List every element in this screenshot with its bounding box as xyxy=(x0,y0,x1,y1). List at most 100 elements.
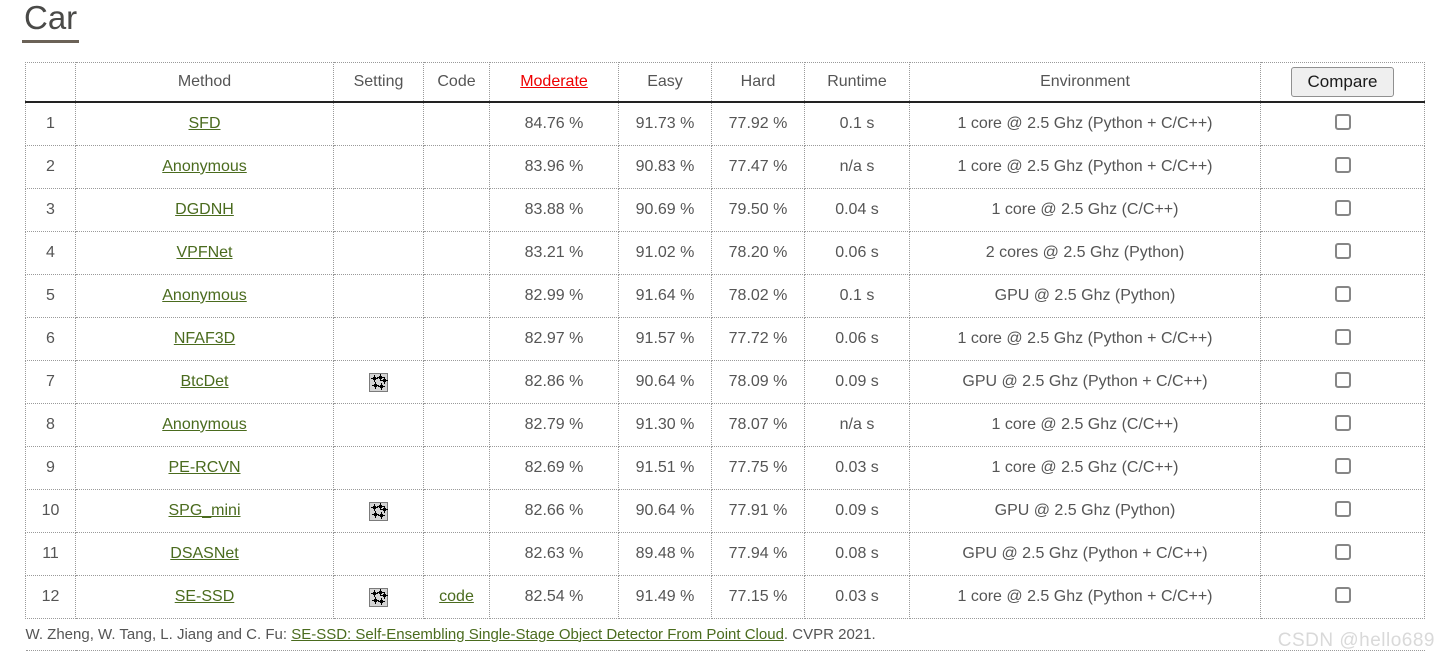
benchmark-table: Method Setting Code Moderate Easy Hard R… xyxy=(25,62,1425,651)
rank-label: 10 xyxy=(41,502,60,519)
easy-cell: 90.64 % xyxy=(618,489,712,533)
method-cell: VPFNet xyxy=(75,231,334,275)
rank-cell: 8 xyxy=(25,403,76,447)
code-cell xyxy=(423,317,490,361)
page-title: Car xyxy=(22,0,80,43)
header-hard[interactable]: Hard xyxy=(711,62,805,103)
code-cell xyxy=(423,145,490,189)
compare-checkbox[interactable] xyxy=(1334,328,1351,345)
moderate-cell: 83.21 % xyxy=(489,231,619,275)
table-row: 3 DGDNH 83.88 % 90.69 % 79.50 % 0.04 s1 core … xyxy=(25,188,1425,232)
header-rank xyxy=(25,62,76,103)
header-moderate-link[interactable]: Moderate xyxy=(520,73,588,90)
table-row: 9 PE-RCVN 82.69 % 91.51 % 77.75 % 0.03 s1 cor… xyxy=(25,446,1425,490)
code-cell xyxy=(423,188,490,232)
environment-cell: 1 core @ 2.5 Ghz (Python + C/C++) xyxy=(909,145,1261,189)
compare-cell xyxy=(1260,532,1425,576)
method-link[interactable]: DGDNH xyxy=(175,201,234,218)
hard-cell: 78.20 % xyxy=(711,231,805,275)
table-row: 11 DSASNet 82.63 % 89.48 % 77.94 % 0.08 s GPU … xyxy=(25,532,1425,576)
compare-checkbox[interactable] xyxy=(1334,371,1351,388)
method-link[interactable]: SPG_mini xyxy=(168,502,240,519)
header-code[interactable]: Code xyxy=(423,62,490,103)
compare-checkbox[interactable] xyxy=(1334,457,1351,474)
method-link[interactable]: PE-RCVN xyxy=(168,459,240,476)
compare-cell xyxy=(1260,317,1425,361)
compare-checkbox[interactable] xyxy=(1334,285,1351,302)
hard-cell: 77.72 % xyxy=(711,317,805,361)
header-setting[interactable]: Setting xyxy=(333,62,424,103)
table-header: Method Setting Code Moderate Easy Hard R… xyxy=(25,62,1425,103)
moderate-cell: 82.69 % xyxy=(489,446,619,490)
method-link[interactable]: SE-SSD xyxy=(175,588,235,605)
method-link[interactable]: SFD xyxy=(189,115,221,132)
header-method[interactable]: Method xyxy=(75,62,334,103)
moderate-cell: 82.54 % xyxy=(489,575,619,619)
rank-cell: 9 xyxy=(25,446,76,490)
hard-cell: 78.02 % xyxy=(711,274,805,318)
rank-label: 4 xyxy=(46,244,55,261)
code-cell xyxy=(423,403,490,447)
method-link[interactable]: Anonymous xyxy=(162,287,247,304)
rank-cell: 7 xyxy=(25,360,76,404)
header-row: Method Setting Code Moderate Easy Hard R… xyxy=(25,62,1425,103)
method-link[interactable]: DSASNet xyxy=(170,545,238,562)
compare-checkbox[interactable] xyxy=(1334,500,1351,517)
header-easy[interactable]: Easy xyxy=(618,62,712,103)
method-link[interactable]: BtcDet xyxy=(180,373,228,390)
rank-cell: 4 xyxy=(25,231,76,275)
method-link[interactable]: VPFNet xyxy=(176,244,232,261)
compare-checkbox[interactable] xyxy=(1334,113,1351,130)
table-row: 8 Anonymous 82.79 % 91.30 % 78.07 % n/a s1 co… xyxy=(25,403,1425,447)
code-cell xyxy=(423,360,490,404)
header-runtime[interactable]: Runtime xyxy=(804,62,910,103)
environment-cell: GPU @ 2.5 Ghz (Python + C/C++) xyxy=(909,360,1261,404)
compare-checkbox[interactable] xyxy=(1334,543,1351,560)
rank-cell: 3 xyxy=(25,188,76,232)
runtime-cell: n/a s xyxy=(804,403,910,447)
code-link[interactable]: code xyxy=(439,588,474,605)
compare-checkbox[interactable] xyxy=(1334,586,1351,603)
compare-checkbox[interactable] xyxy=(1334,242,1351,259)
method-link[interactable]: NFAF3D xyxy=(174,330,235,347)
method-link[interactable]: Anonymous xyxy=(162,158,247,175)
runtime-cell: 0.06 s xyxy=(804,231,910,275)
environment-cell: 1 core @ 2.5 Ghz (C/C++) xyxy=(909,188,1261,232)
hard-cell: 77.94 % xyxy=(711,532,805,576)
compare-checkbox[interactable] xyxy=(1334,156,1351,173)
header-moderate[interactable]: Moderate xyxy=(489,62,619,103)
rank-cell: 10 xyxy=(25,489,76,533)
code-cell xyxy=(423,101,490,146)
citation-paper-link[interactable]: SE-SSD: Self-Ensembling Single-Stage Obj… xyxy=(291,626,784,643)
method-cell: Anonymous xyxy=(75,145,334,189)
compare-checkbox[interactable] xyxy=(1334,414,1351,431)
compare-cell xyxy=(1260,446,1425,490)
table-row: 12 SE-SSD code 82.54 % 91.49 % 77.15 % 0.03 s1… xyxy=(25,575,1425,619)
method-cell: DGDNH xyxy=(75,188,334,232)
citation-row: W. Zheng, W. Tang, L. Jiang and C. Fu: S… xyxy=(25,618,1425,651)
table-row: 2 Anonymous 83.96 % 90.83 % 77.47 % n/a s1 co… xyxy=(25,145,1425,189)
moderate-cell: 82.86 % xyxy=(489,360,619,404)
header-compare: Compare xyxy=(1260,62,1425,103)
rank-label: 7 xyxy=(46,373,55,390)
setting-cell xyxy=(333,446,424,490)
rank-label: 5 xyxy=(46,287,55,304)
rank-label: 3 xyxy=(46,201,55,218)
setting-cell xyxy=(333,532,424,576)
code-cell xyxy=(423,446,490,490)
table-body: 1 SFD 84.76 % 91.73 % 77.92 % 0.1 s1 core @ 2… xyxy=(25,101,1425,651)
easy-cell: 91.73 % xyxy=(618,101,712,146)
hard-cell: 77.91 % xyxy=(711,489,805,533)
runtime-cell: 0.09 s xyxy=(804,360,910,404)
runtime-cell: n/a s xyxy=(804,145,910,189)
compare-checkbox[interactable] xyxy=(1334,199,1351,216)
method-link[interactable]: Anonymous xyxy=(162,416,247,433)
setting-cell xyxy=(333,403,424,447)
header-environment[interactable]: Environment xyxy=(909,62,1261,103)
compare-button[interactable]: Compare xyxy=(1290,67,1395,97)
code-cell xyxy=(423,489,490,533)
moderate-cell: 82.66 % xyxy=(489,489,619,533)
easy-cell: 91.64 % xyxy=(618,274,712,318)
hard-cell: 77.47 % xyxy=(711,145,805,189)
rank-cell: 6 xyxy=(25,317,76,361)
